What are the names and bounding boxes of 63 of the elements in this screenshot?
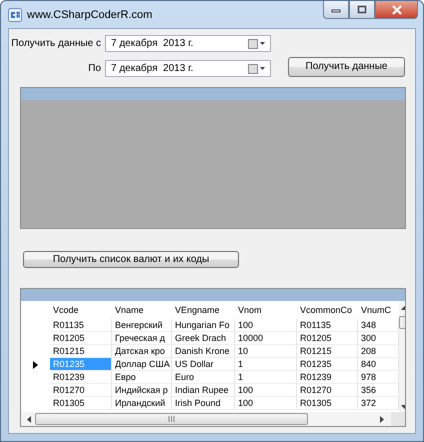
table-cell: R01235 bbox=[50, 358, 112, 371]
table-cell: Греческая д bbox=[112, 332, 172, 345]
column-header[interactable]: Vcode bbox=[50, 305, 112, 315]
table-cell: 100 bbox=[235, 319, 297, 332]
column-header[interactable]: VcommonCo bbox=[297, 305, 358, 315]
table-cell: Hungarian Fo bbox=[172, 319, 235, 332]
scrollbar-corner bbox=[391, 412, 405, 426]
table-cell: R01270 bbox=[297, 384, 358, 397]
calendar-dropdown-icon bbox=[248, 64, 266, 74]
table-cell: 1 bbox=[235, 358, 297, 371]
date-from-picker[interactable]: 7 декабря 2013 г. bbox=[105, 35, 271, 52]
date-from-label: Получить данные с bbox=[10, 38, 102, 49]
table-cell: R01205 bbox=[50, 332, 112, 345]
table-cell: R01135 bbox=[297, 319, 358, 332]
maximize-icon bbox=[357, 5, 367, 14]
column-header[interactable]: VEngname bbox=[172, 305, 235, 315]
scroll-left-icon bbox=[27, 416, 31, 422]
close-icon bbox=[390, 4, 402, 14]
table-cell: 1 bbox=[235, 371, 297, 384]
column-header[interactable]: Vname bbox=[112, 305, 172, 315]
table-cell: Индийская р bbox=[112, 384, 172, 397]
table-cell: Greek Drach bbox=[172, 332, 235, 345]
table-cell: 10 bbox=[235, 345, 297, 358]
close-button[interactable] bbox=[375, 1, 418, 19]
table-cell: R01270 bbox=[50, 384, 112, 397]
get-data-button[interactable]: Получить данные bbox=[288, 56, 405, 76]
calendar-dropdown-icon bbox=[248, 38, 266, 48]
window-title: www.CSharpCoderR.com bbox=[27, 8, 152, 20]
table-cell: US Dollar bbox=[172, 358, 235, 371]
scroll-thumb[interactable] bbox=[35, 413, 308, 425]
scroll-right-icon bbox=[380, 416, 384, 422]
table-cell: R01239 bbox=[297, 371, 358, 384]
table-cell: R01135 bbox=[50, 319, 112, 332]
table-cell: 100 bbox=[235, 397, 297, 410]
app-icon bbox=[8, 8, 22, 22]
table-cell: R01215 bbox=[297, 345, 358, 358]
table-cell: R01239 bbox=[50, 371, 112, 384]
table-cell: Ирландский bbox=[112, 397, 172, 410]
maximize-button[interactable] bbox=[349, 1, 375, 19]
table-cell: R01305 bbox=[50, 397, 112, 410]
date-to-label: По bbox=[87, 63, 102, 74]
table-cell: 10000 bbox=[235, 332, 297, 345]
table-cell: Датская кро bbox=[112, 345, 172, 358]
table-cell: Irish Pound bbox=[172, 397, 235, 410]
minimize-button[interactable] bbox=[323, 1, 349, 19]
date-to-picker[interactable]: 7 декабря 2013 г. bbox=[105, 60, 271, 77]
table-cell: Венгерский bbox=[112, 319, 172, 332]
table-cell: R01305 bbox=[297, 397, 358, 410]
minimize-icon bbox=[331, 6, 341, 12]
table-cell: R01205 bbox=[297, 332, 358, 345]
table-cell: Евро bbox=[112, 371, 172, 384]
table-cell: Indian Rupee bbox=[172, 384, 235, 397]
table-cell: Euro bbox=[172, 371, 235, 384]
current-row-icon bbox=[33, 360, 38, 368]
table-cell: R01235 bbox=[297, 358, 358, 371]
currency-list-button[interactable]: Получить список валют и их коды bbox=[23, 251, 239, 268]
column-header[interactable]: VnumC bbox=[358, 305, 399, 315]
column-header[interactable]: Vnom bbox=[235, 305, 297, 315]
table-cell: 100 bbox=[235, 384, 297, 397]
grip-icon bbox=[168, 416, 175, 422]
table-cell: Доллар США bbox=[112, 358, 172, 371]
horizontal-scrollbar[interactable] bbox=[21, 412, 405, 426]
table-cell: Danish Krone bbox=[172, 345, 235, 358]
